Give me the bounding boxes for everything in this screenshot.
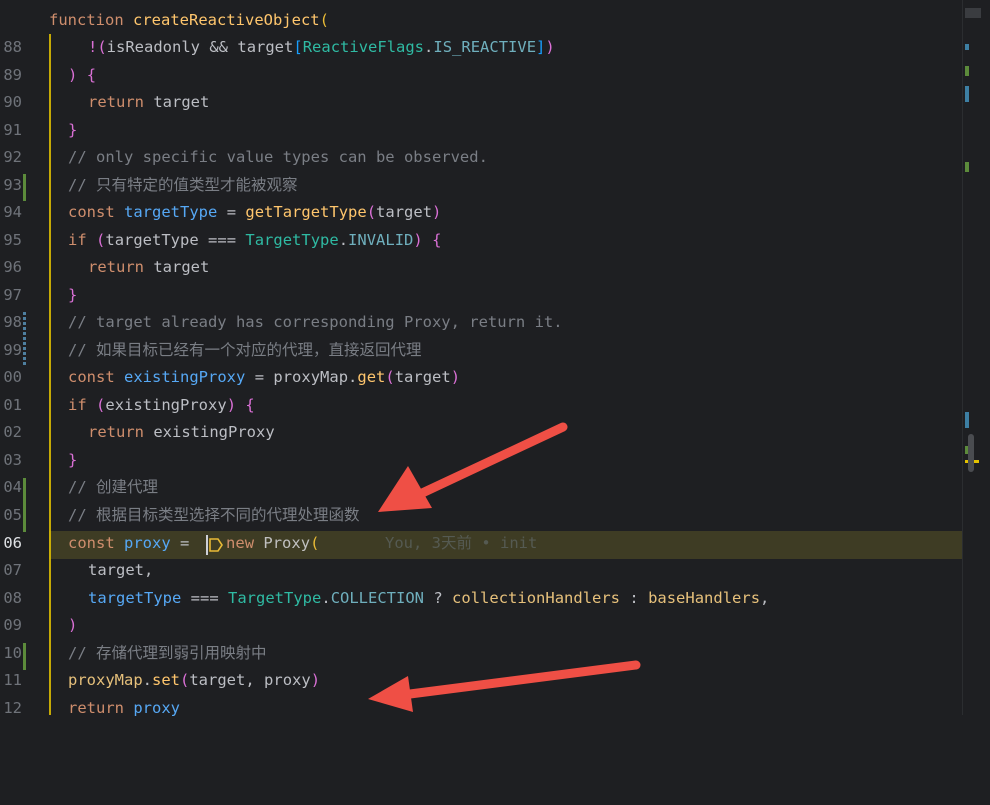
- code-line[interactable]: 04 // 创建代理: [0, 474, 980, 502]
- line-number: 12: [3, 699, 22, 717]
- code-line[interactable]: 08 targetType === TargetType.COLLECTION …: [0, 585, 980, 613]
- line-number: 95: [3, 231, 22, 249]
- code-line[interactable]: 94 const targetType = getTargetType(targ…: [0, 199, 980, 227]
- code-editor[interactable]: function createReactiveObject( 88 !(isRe…: [0, 0, 990, 717]
- code-line[interactable]: 11 proxyMap.set(target, proxy): [0, 667, 980, 695]
- code-line-current[interactable]: 06 const proxy = new Proxy( You, 3天前 • i…: [0, 530, 980, 558]
- line-number: 98: [3, 313, 22, 331]
- line-number: 96: [3, 258, 22, 276]
- code-line[interactable]: 90 return target: [0, 89, 980, 117]
- editor-scrollbar[interactable]: [962, 0, 990, 715]
- code-line[interactable]: 09 ): [0, 612, 980, 640]
- code-line[interactable]: 93 // 只有特定的值类型才能被观察: [0, 172, 980, 200]
- line-number: 05: [3, 506, 22, 524]
- code-line[interactable]: 12 return proxy: [0, 695, 980, 723]
- code-line[interactable]: 95 if (targetType === TargetType.INVALID…: [0, 227, 980, 255]
- code-line[interactable]: 03 }: [0, 447, 980, 475]
- code-line[interactable]: 91 }: [0, 117, 980, 145]
- code-line[interactable]: 92 // only specific value types can be o…: [0, 144, 980, 172]
- code-line[interactable]: 05 // 根据目标类型选择不同的代理处理函数: [0, 502, 980, 530]
- line-number: 94: [3, 203, 22, 221]
- line-number: 10: [3, 644, 22, 662]
- scrollbar-thumb[interactable]: [968, 434, 974, 472]
- line-number: 04: [3, 478, 22, 496]
- code-line[interactable]: 99 // 如果目标已经有一个对应的代理，直接返回代理: [0, 337, 980, 365]
- code-line[interactable]: 97 }: [0, 282, 980, 310]
- code-line[interactable]: 89 ) {: [0, 62, 980, 90]
- line-number: 09: [3, 616, 22, 634]
- line-number: 02: [3, 423, 22, 441]
- code-line[interactable]: function createReactiveObject(: [0, 7, 980, 35]
- code-line[interactable]: 98 // target already has corresponding P…: [0, 309, 980, 337]
- line-number: 03: [3, 451, 22, 469]
- code-line[interactable]: 02 return existingProxy: [0, 419, 980, 447]
- line-number: 99: [3, 341, 22, 359]
- line-number: 88: [3, 38, 22, 56]
- code-line[interactable]: 10 // 存储代理到弱引用映射中: [0, 640, 980, 668]
- line-number: 91: [3, 121, 22, 139]
- code-line[interactable]: 00 const existingProxy = proxyMap.get(ta…: [0, 364, 980, 392]
- line-number: 06: [3, 534, 22, 552]
- line-number: 89: [3, 66, 22, 84]
- line-number: 00: [3, 368, 22, 386]
- inlay-hint-icon[interactable]: [208, 537, 224, 553]
- line-number: 08: [3, 589, 22, 607]
- line-number: [0, 7, 22, 35]
- line-number: 92: [3, 148, 22, 166]
- code-line[interactable]: 96 return target: [0, 254, 980, 282]
- line-number: 11: [3, 671, 22, 689]
- line-number: 07: [3, 561, 22, 579]
- code-line[interactable]: 07 target,: [0, 557, 980, 585]
- line-number: 93: [3, 176, 22, 194]
- line-number: 97: [3, 286, 22, 304]
- git-blame-hint[interactable]: You, 3天前 • init: [385, 530, 537, 558]
- line-number: 90: [3, 93, 22, 111]
- code-line[interactable]: 01 if (existingProxy) {: [0, 392, 980, 420]
- line-number: 01: [3, 396, 22, 414]
- code-line[interactable]: 88 !(isReadonly && target[ReactiveFlags.…: [0, 34, 980, 62]
